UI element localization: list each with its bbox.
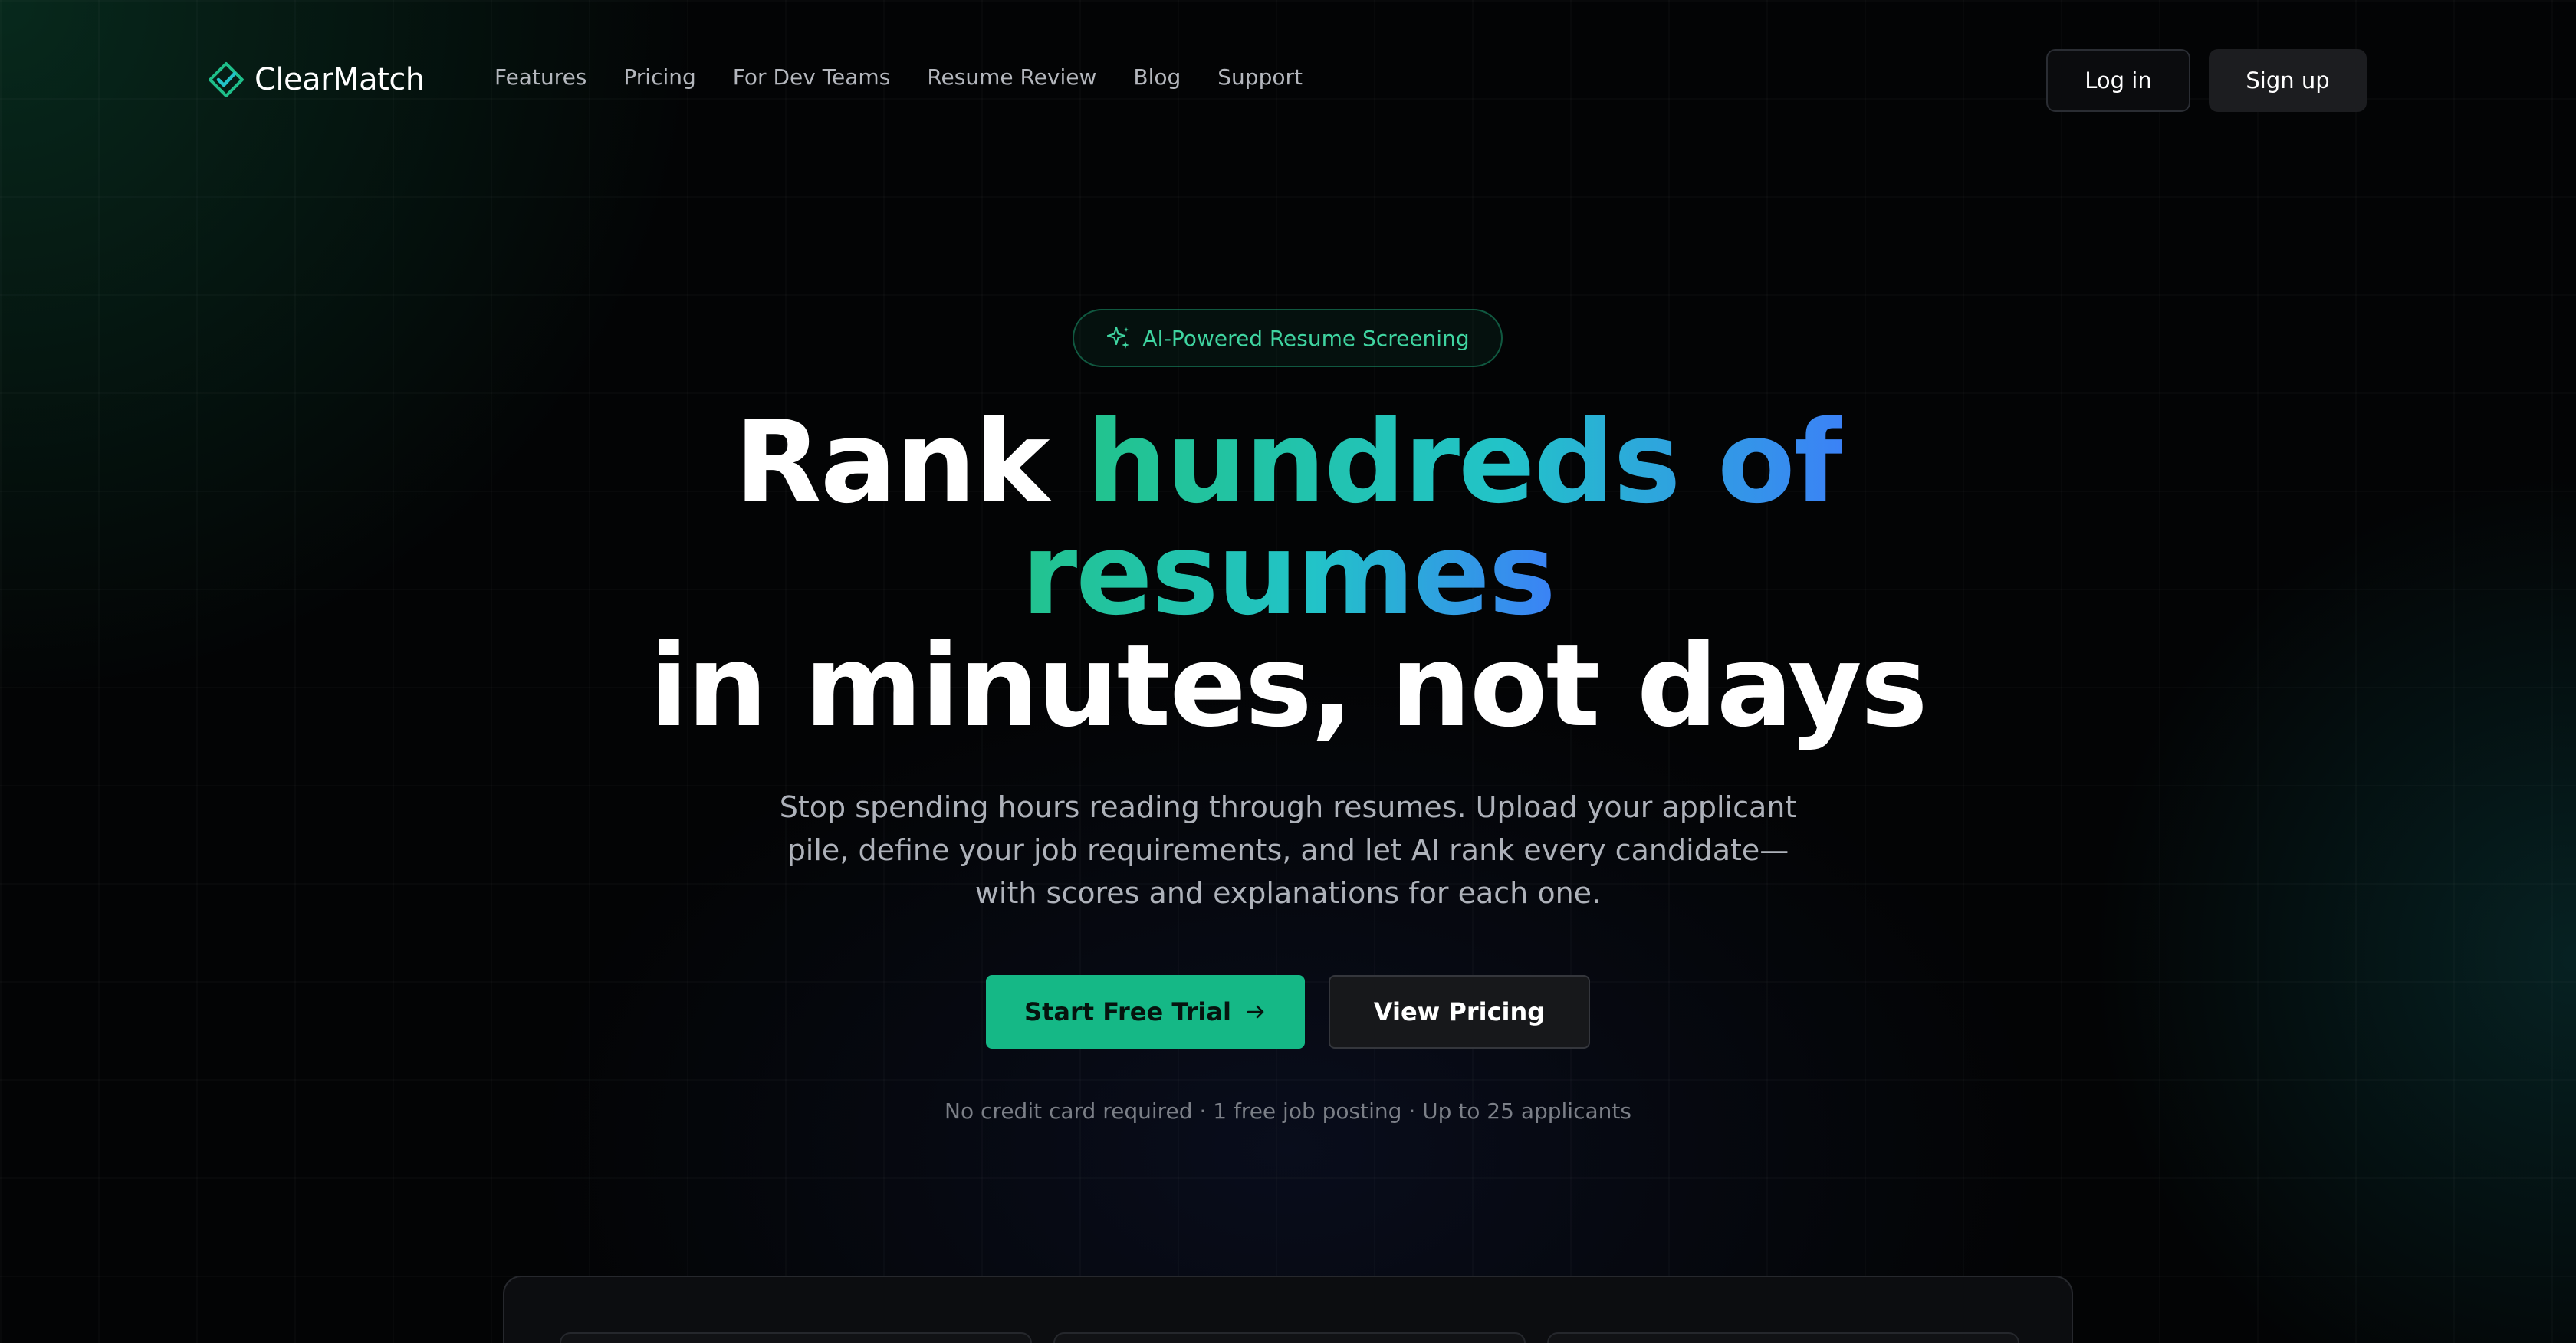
- badge-label: AI-Powered Resume Screening: [1142, 325, 1470, 351]
- nav-link-pricing[interactable]: Pricing: [623, 64, 695, 90]
- headline-highlight-2: resumes: [1021, 508, 1556, 640]
- headline-tail: in minutes, not days: [649, 620, 1927, 752]
- hero-headline: Rank hundreds of resumes in minutes, not…: [537, 396, 2039, 743]
- checkmark-diamond-icon: [209, 62, 244, 97]
- nav-link-dev-teams[interactable]: For Dev Teams: [733, 64, 891, 90]
- nav-link-features[interactable]: Features: [495, 64, 586, 90]
- sparkle-icon: [1107, 326, 1130, 349]
- view-pricing-button[interactable]: View Pricing: [1329, 975, 1590, 1049]
- preview-card: [1053, 1332, 1526, 1343]
- start-free-trial-button[interactable]: Start Free Trial: [986, 975, 1305, 1049]
- nav-links: Features Pricing For Dev Teams Resume Re…: [495, 64, 1303, 90]
- login-button[interactable]: Log in: [2046, 49, 2190, 112]
- preview-card: [1547, 1332, 2019, 1343]
- brand-logo[interactable]: ClearMatch: [207, 58, 425, 101]
- feature-badge: AI-Powered Resume Screening: [1073, 309, 1503, 367]
- nav-link-blog[interactable]: Blog: [1133, 64, 1181, 90]
- headline-highlight: hundreds of: [1086, 396, 1843, 528]
- hero-subtitle: Stop spending hours reading through resu…: [779, 790, 1797, 910]
- top-navigation: ClearMatch Features Pricing For Dev Team…: [0, 48, 2576, 113]
- nav-link-support[interactable]: Support: [1217, 64, 1303, 90]
- start-free-trial-label: Start Free Trial: [1024, 997, 1231, 1026]
- preview-card: [560, 1332, 1032, 1343]
- signup-button[interactable]: Sign up: [2209, 49, 2367, 112]
- arrow-right-icon: [1247, 1005, 1264, 1019]
- trial-fineprint: No credit card required · 1 free job pos…: [945, 1098, 1631, 1124]
- brand-name: ClearMatch: [255, 62, 425, 97]
- product-preview-panel: [503, 1276, 2073, 1343]
- nav-link-resume-review[interactable]: Resume Review: [927, 64, 1096, 90]
